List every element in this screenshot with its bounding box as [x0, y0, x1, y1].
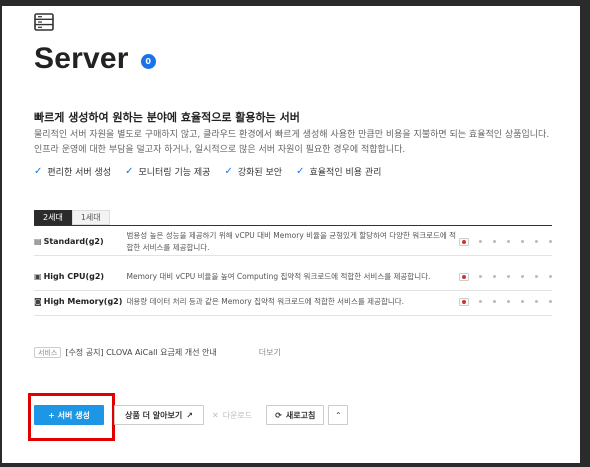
server-rack-icon: ▤	[34, 237, 42, 246]
server-type-description: 대용량 데이터 처리 등과 같은 Memory 집약적 워크로드에 적합한 서비…	[126, 296, 405, 306]
title-row: Server 0	[34, 42, 156, 76]
create-server-button[interactable]: + 서버 생성	[34, 405, 104, 425]
feature-label: 모니터링 기능 제공	[138, 168, 211, 178]
availability-dots	[479, 275, 552, 278]
notice-category-badge: 서비스	[34, 347, 62, 358]
feature-item: ✓ 효율적인 비용 관리	[296, 165, 381, 178]
server-type-row-standard[interactable]: ▤ Standard(g2) 범용성 높은 성능을 제공하기 위해 vCPU 대…	[34, 228, 552, 256]
server-type-label: High CPU(g2)	[43, 272, 105, 281]
window-frame-right	[580, 0, 590, 467]
feature-label: 효율적인 비용 관리	[309, 168, 382, 178]
notice-link[interactable]: [수정 공지] CLOVA AiCall 요금제 개선 안내	[65, 347, 216, 358]
tab-divider	[34, 225, 552, 226]
action-toolbar: + 서버 생성 상품 더 알아보기 ↗ ✕ 다운로드 ⟳ 새로고침 ⌃	[34, 405, 349, 425]
window-frame-top	[0, 0, 590, 6]
check-icon: ✓	[34, 166, 43, 177]
download-label: 다운로드	[222, 410, 253, 420]
learn-more-button[interactable]: 상품 더 알아보기 ↗	[114, 405, 204, 425]
feature-item: ✓ 편리한 서버 생성	[34, 165, 111, 178]
region-flag-icon	[459, 237, 469, 246]
check-icon: ✓	[224, 166, 233, 177]
check-icon: ✓	[125, 166, 134, 177]
external-link-icon: ↗	[186, 410, 193, 420]
check-icon: ✓	[296, 166, 305, 177]
generation-tabs: 2세대 1세대	[34, 210, 110, 225]
window-frame-bottom	[0, 463, 590, 467]
server-type-name: ▤ Standard(g2)	[34, 237, 127, 246]
tab-gen2[interactable]: 2세대	[34, 210, 72, 225]
server-type-row-high-memory[interactable]: ◙ High Memory(g2) 대용량 데이터 처리 등과 같은 Memor…	[34, 288, 552, 316]
feature-list: ✓ 편리한 서버 생성 ✓ 모니터링 기능 제공 ✓ 강화된 보안 ✓ 효율적인…	[34, 165, 381, 178]
product-description-line1: 물리적인 서버 자원을 별도로 구매하지 않고, 클라우드 환경에서 빠르게 생…	[34, 130, 550, 140]
server-type-label: Standard(g2)	[43, 237, 104, 246]
memory-icon: ◙	[34, 297, 42, 306]
feature-item: ✓ 강화된 보안	[224, 165, 282, 178]
window-frame-left	[0, 0, 2, 467]
availability-dots	[479, 300, 552, 303]
server-count-badge: 0	[140, 53, 156, 69]
service-notice: 서비스 [수정 공지] CLOVA AiCall 요금제 개선 안내 더보기	[34, 347, 281, 358]
feature-label: 강화된 보안	[237, 168, 283, 178]
server-type-description: 범용성 높은 성능을 제공하기 위해 vCPU 대비 Memory 비율을 균형…	[126, 230, 457, 252]
chevron-up-icon: ⌃	[334, 410, 342, 420]
product-description-line2: 인프라 운영에 대한 부담을 덜고자 하거나, 일시적으로 많은 서버 자원이 …	[34, 145, 406, 155]
close-icon: ✕	[212, 410, 219, 420]
server-type-row-high-cpu[interactable]: ▣ High CPU(g2) Memory 대비 vCPU 비율을 높여 Com…	[34, 263, 552, 291]
server-type-name: ◙ High Memory(g2)	[34, 297, 127, 306]
region-flag-icon	[459, 297, 469, 306]
download-button[interactable]: ✕ 다운로드	[204, 405, 260, 425]
refresh-icon: ⟳	[275, 410, 282, 420]
learn-more-label: 상품 더 알아보기	[125, 410, 183, 420]
availability-dots	[479, 240, 552, 243]
tab-gen1[interactable]: 1세대	[71, 210, 110, 225]
notice-more-link[interactable]: 더보기	[259, 347, 281, 358]
server-type-name: ▣ High CPU(g2)	[34, 272, 127, 281]
page-title: Server	[34, 42, 129, 75]
refresh-label: 새로고침	[285, 410, 316, 420]
collapse-button[interactable]: ⌃	[328, 405, 349, 425]
feature-label: 편리한 서버 생성	[47, 168, 112, 178]
feature-item: ✓ 모니터링 기능 제공	[125, 165, 210, 178]
product-heading: 빠르게 생성하여 원하는 분야에 효율적으로 활용하는 서버	[34, 111, 300, 124]
region-flag-icon	[459, 272, 469, 281]
server-type-label: High Memory(g2)	[43, 297, 123, 306]
refresh-button[interactable]: ⟳ 새로고침	[266, 405, 325, 425]
server-type-description: Memory 대비 vCPU 비율을 높여 Computing 집약적 워크로드…	[126, 271, 431, 281]
server-icon	[34, 13, 54, 31]
cpu-icon: ▣	[34, 272, 42, 281]
